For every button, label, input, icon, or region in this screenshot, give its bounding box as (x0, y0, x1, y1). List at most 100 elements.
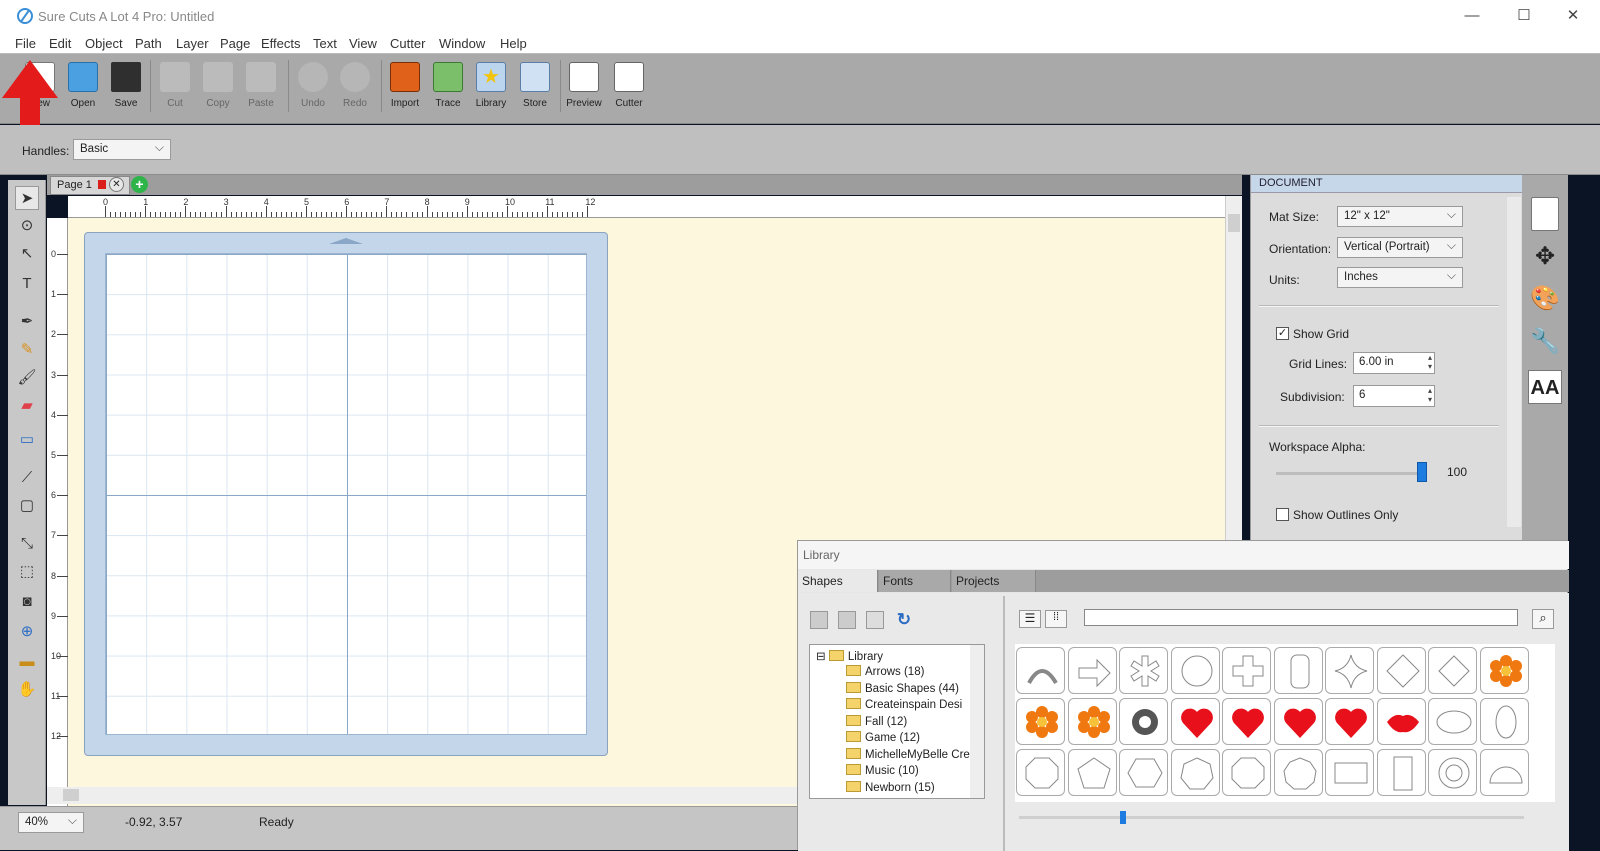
import-page-icon[interactable] (866, 611, 884, 629)
tree-item[interactable]: Newborn (15) (846, 781, 935, 794)
weld-icon[interactable]: ◙ (15, 590, 39, 614)
zoom-icon[interactable]: ⊕ (15, 620, 39, 644)
grid-view-icon[interactable]: ⁞⁞ (1045, 610, 1067, 628)
shape-thumbnail-half-circle[interactable] (1479, 749, 1529, 796)
menu-object[interactable]: Object (85, 36, 123, 51)
node-select-icon[interactable]: ↖ (15, 242, 39, 266)
store-button[interactable]: Store (515, 62, 555, 109)
shape-thumbnail-lips[interactable] (1376, 698, 1426, 745)
menu-file[interactable]: File (15, 36, 36, 51)
shape-thumbnail-star4[interactable] (1325, 647, 1374, 694)
menu-cutter[interactable]: Cutter (390, 36, 425, 51)
trace-button[interactable]: Trace (428, 62, 468, 109)
handles-select[interactable]: Basic (73, 139, 171, 160)
menu-window[interactable]: Window (439, 36, 485, 51)
redo-button[interactable]: Redo (335, 62, 375, 109)
menu-view[interactable]: View (349, 36, 377, 51)
thumb-size-slider-thumb[interactable] (1120, 811, 1126, 824)
minimize-button[interactable]: — (1449, 0, 1495, 32)
ruler-measure-icon[interactable]: ▬ (15, 650, 39, 674)
shape-thumbnail-hexagon[interactable] (1119, 749, 1168, 796)
menu-layer[interactable]: Layer (176, 36, 209, 51)
mat-grid[interactable] (105, 253, 587, 735)
shape-thumbnail-flower-orange[interactable] (1479, 647, 1529, 694)
shape-thumbnail-arch[interactable] (1016, 647, 1065, 694)
shape-thumbnail-diamond[interactable] (1376, 647, 1426, 694)
eraser-icon[interactable]: ▰ (15, 394, 39, 418)
tree-item[interactable]: Basic Shapes (44) (846, 682, 959, 695)
tree-root[interactable]: ⊟ Library (816, 649, 883, 663)
lasso-icon[interactable]: ⊙ (15, 214, 39, 238)
alpha-slider-track[interactable] (1276, 472, 1421, 475)
grid-lines-input[interactable]: 6.00 in (1353, 352, 1435, 374)
alpha-slider-thumb[interactable] (1417, 462, 1427, 482)
brush-icon[interactable]: 🖌 (15, 366, 39, 390)
copy-button[interactable]: Copy (198, 62, 238, 109)
show-grid-checkbox[interactable]: ✓ (1276, 327, 1289, 340)
library-search-input[interactable] (1084, 609, 1518, 626)
close-page-icon[interactable]: ✕ (109, 177, 124, 192)
thumb-size-slider[interactable] (1019, 816, 1524, 819)
pencil-icon[interactable]: ✎ (15, 338, 39, 362)
menu-effects[interactable]: Effects (261, 36, 301, 51)
add-page-icon[interactable]: + (131, 176, 148, 193)
library-splitter[interactable] (1003, 596, 1005, 851)
shape-thumbnail-cross[interactable] (1222, 647, 1271, 694)
move-arrows-icon[interactable]: ✥ (1528, 240, 1562, 274)
shape-thumbnail-heart[interactable] (1325, 698, 1374, 745)
shape-thumbnail-octagon[interactable] (1222, 749, 1271, 796)
show-outlines-checkbox[interactable] (1276, 508, 1289, 521)
scroll-thumb[interactable] (63, 789, 79, 801)
subdivision-input[interactable]: 6 (1353, 385, 1435, 407)
units-select[interactable]: Inches (1337, 267, 1463, 288)
tab-shapes[interactable]: Shapes (798, 570, 878, 592)
refresh-icon[interactable]: ↻ (894, 610, 914, 630)
tab-fonts[interactable]: Fonts (879, 570, 951, 592)
shape-thumbnail-circle[interactable] (1170, 647, 1220, 694)
shape-thumbnail-heart[interactable] (1222, 698, 1271, 745)
text-tool-icon[interactable]: T (15, 272, 39, 296)
shape-thumbnail-heptagon[interactable] (1170, 749, 1220, 796)
pen-tool-icon[interactable]: ✒ (15, 310, 39, 334)
undo-button[interactable]: Undo (293, 62, 333, 109)
tree-item[interactable]: Arrows (18) (846, 665, 924, 678)
paste-button[interactable]: Paste (241, 62, 281, 109)
shape-thumbnail-rect-h[interactable] (1325, 749, 1374, 796)
mat-size-select[interactable]: 12" x 12" (1337, 206, 1463, 227)
orientation-select[interactable]: Vertical (Portrait) (1337, 237, 1463, 258)
text-style-icon[interactable]: AA (1528, 370, 1562, 404)
menu-text[interactable]: Text (313, 36, 337, 51)
library-tree[interactable]: ⊟ Library Arrows (18) Basic Shapes (44) … (809, 644, 985, 799)
add-folder-icon[interactable] (810, 611, 828, 629)
rectangle-tool-icon[interactable]: ▭ (15, 428, 39, 452)
shape-thumbnail-heart[interactable] (1273, 698, 1323, 745)
shape-thumbnail-ring[interactable] (1428, 749, 1477, 796)
maximize-button[interactable]: ☐ (1501, 0, 1547, 32)
palette-icon[interactable]: 🎨 (1528, 282, 1562, 316)
shape-thumbnail-flower-orange[interactable] (1067, 698, 1117, 745)
save-button[interactable]: Save (106, 62, 146, 109)
page-icon[interactable] (1531, 197, 1559, 231)
shape-thumbnail-rounded-rect[interactable] (1273, 647, 1323, 694)
panel-scrollbar[interactable] (1507, 197, 1521, 527)
trash-icon[interactable] (838, 611, 856, 629)
shape-thumbnail-arrow[interactable] (1067, 647, 1117, 694)
transform-icon[interactable]: ⬚ (15, 560, 39, 584)
shape-thumbnail-gear[interactable] (1119, 698, 1168, 745)
scroll-thumb[interactable] (1228, 214, 1240, 232)
shape-thumbnail-rect-v[interactable] (1376, 749, 1426, 796)
menu-path[interactable]: Path (135, 36, 162, 51)
shape-thumbnail-ellipse-v[interactable] (1479, 698, 1529, 745)
gradient-box-icon[interactable]: ▢ (15, 494, 39, 518)
eyedropper-icon[interactable]: ⟋ (15, 466, 39, 490)
tree-item[interactable]: MichelleMyBelle Cre (846, 748, 970, 761)
import-button[interactable]: Import (385, 62, 425, 109)
tree-scrollbar[interactable] (970, 645, 984, 798)
cut-button[interactable]: Cut (155, 62, 195, 109)
zoom-select[interactable]: 40% (18, 812, 84, 833)
tree-item[interactable]: Music (10) (846, 764, 919, 777)
library-button[interactable]: ★ Library (471, 62, 511, 109)
tab-projects[interactable]: Projects (952, 570, 1036, 592)
shape-thumbnail-flower-orange[interactable] (1016, 698, 1065, 745)
horizontal-scrollbar[interactable] (47, 787, 807, 804)
